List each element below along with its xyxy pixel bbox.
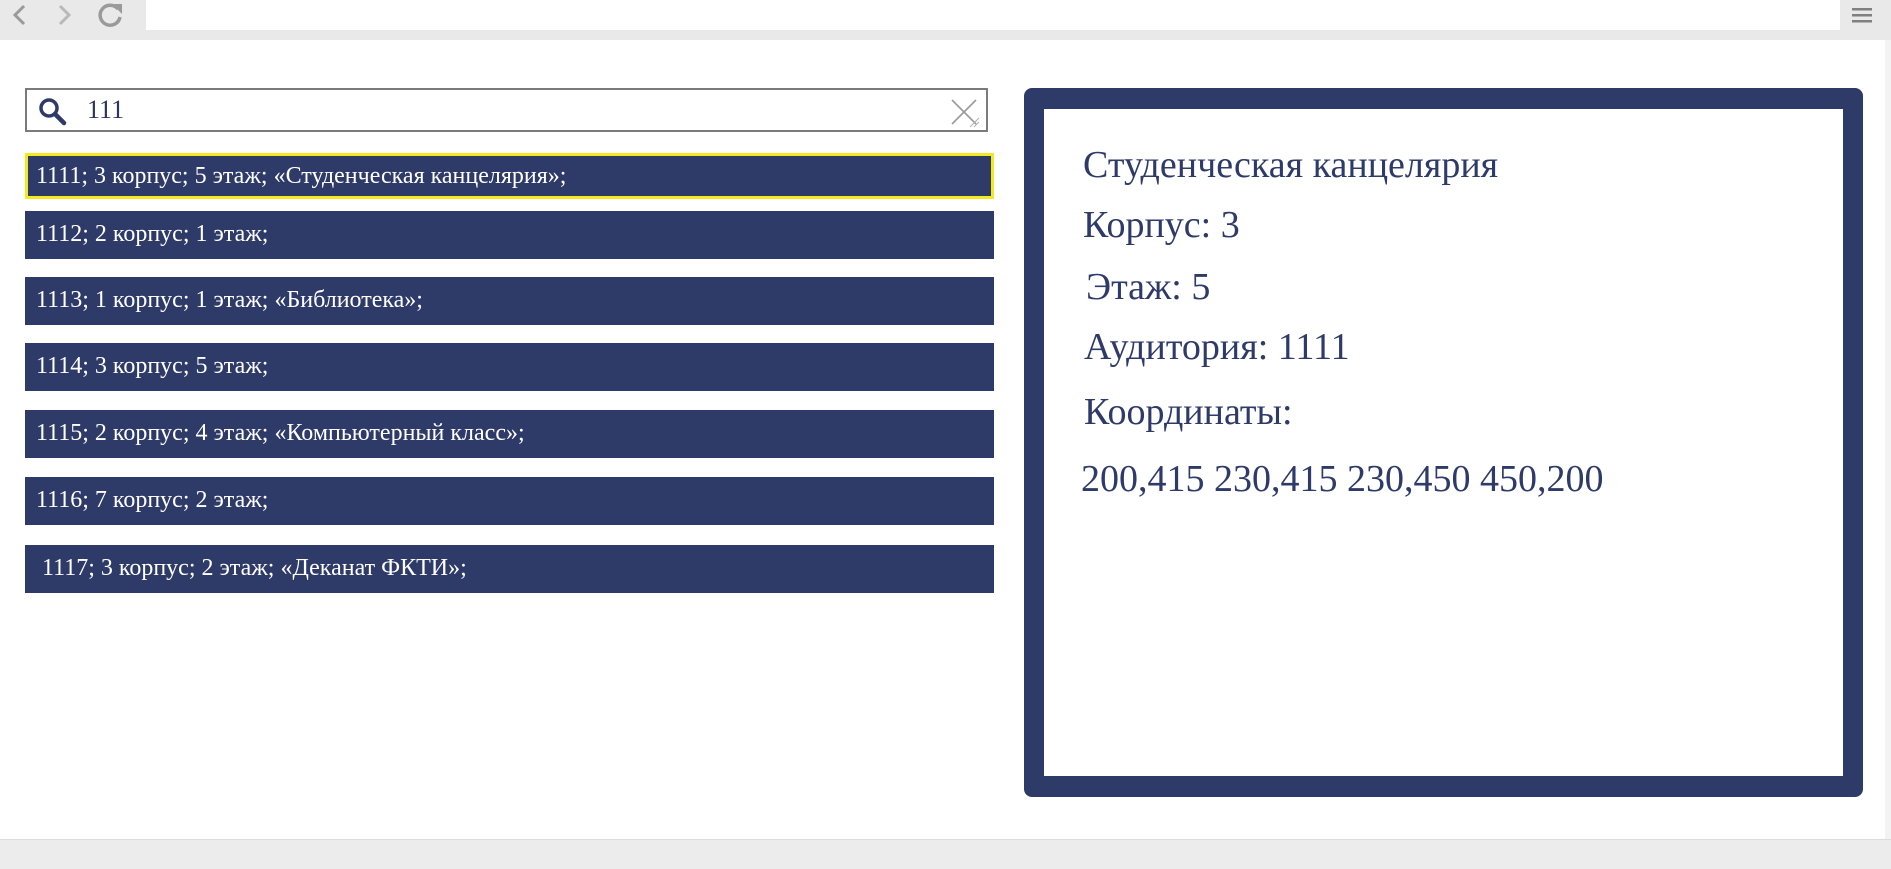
result-item-1114[interactable]: 1114; 3 корпус; 5 этаж; — [25, 343, 994, 391]
status-bar — [0, 839, 1891, 869]
search-icon — [39, 98, 67, 126]
result-item-1115[interactable]: 1115; 2 корпус; 4 этаж; «Компьютерный кл… — [25, 410, 994, 458]
menu-button[interactable] — [1847, 2, 1877, 28]
detail-panel: Студенческая канцелярия Корпус: 3 Этаж: … — [1024, 88, 1863, 797]
result-item-1117[interactable]: 1117; 3 корпус; 2 этаж; «Деканат ФКТИ»; — [25, 545, 994, 593]
search-box[interactable] — [25, 88, 988, 132]
result-item-1116[interactable]: 1116; 7 корпус; 2 этаж; — [25, 477, 994, 525]
reload-button[interactable] — [92, 0, 128, 30]
result-item-1113[interactable]: 1113; 1 корпус; 1 этаж; «Библиотека»; — [25, 277, 994, 325]
page: 1111; 3 корпус; 5 этаж; «Студенческая ка… — [0, 0, 1891, 869]
hamburger-menu-icon — [1852, 8, 1872, 23]
detail-coords-label: Координаты: — [1084, 391, 1293, 433]
forward-button[interactable] — [46, 0, 82, 30]
back-button[interactable] — [2, 0, 38, 30]
chevron-right-icon — [58, 4, 72, 26]
search-input[interactable] — [87, 94, 927, 126]
address-bar[interactable] — [146, 0, 1840, 30]
detail-room: Аудитория: 1111 — [1084, 326, 1350, 368]
browser-toolbar — [0, 0, 1891, 40]
chevron-left-icon — [12, 4, 26, 26]
close-icon[interactable] — [948, 96, 980, 128]
detail-building: Корпус: 3 — [1083, 204, 1240, 246]
detail-floor: Этаж: 5 — [1086, 266, 1211, 308]
result-item-1112[interactable]: 1112; 2 корпус; 1 этаж; — [25, 211, 994, 259]
scrollbar-track[interactable] — [1885, 40, 1891, 839]
detail-title: Студенческая канцелярия — [1083, 144, 1499, 186]
reload-icon — [98, 3, 122, 27]
result-item-1111[interactable]: 1111; 3 корпус; 5 этаж; «Студенческая ка… — [25, 153, 994, 199]
detail-content: Студенческая канцелярия Корпус: 3 Этаж: … — [1044, 109, 1843, 776]
detail-coords-value: 200,415 230,415 230,450 450,200 — [1081, 458, 1604, 500]
